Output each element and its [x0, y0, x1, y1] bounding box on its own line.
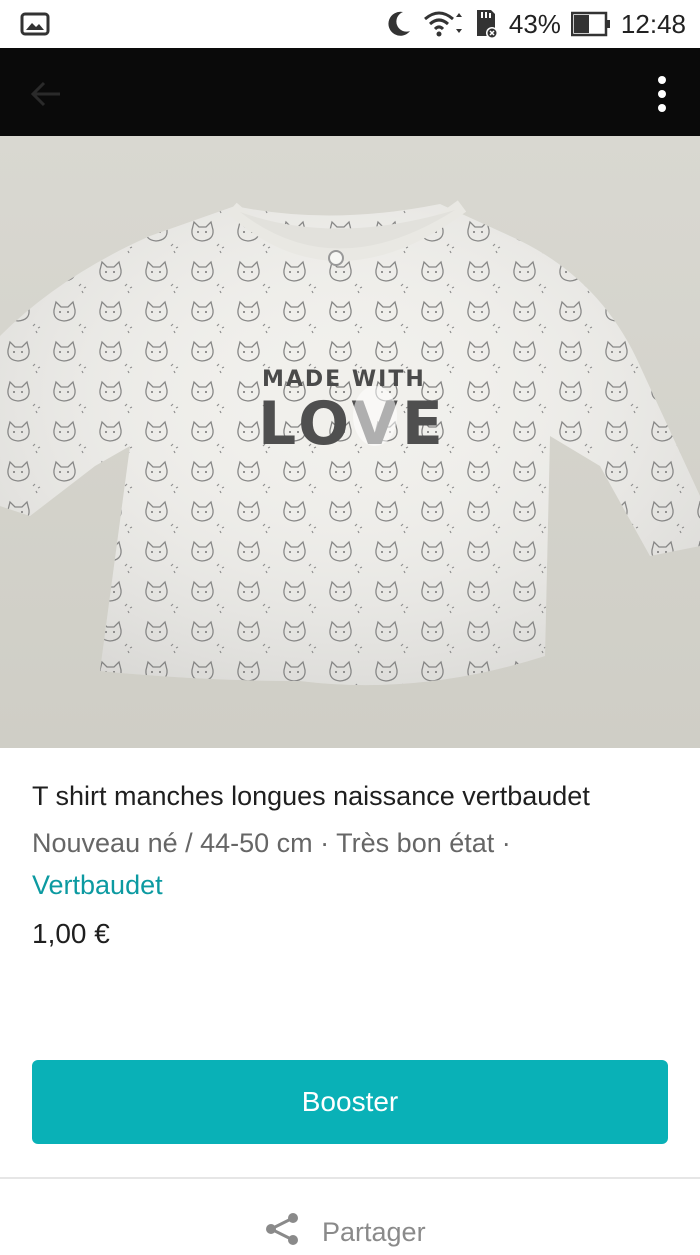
back-arrow-icon[interactable] [26, 74, 66, 114]
gallery-icon [20, 11, 50, 37]
clock: 12:48 [620, 8, 686, 39]
size-condition: Nouveau né / 44-50 cm · Très bon état · [32, 828, 511, 858]
listing-price: 1,00 € [32, 918, 110, 949]
listing-details: T shirt manches longues naissance vertba… [32, 776, 668, 954]
listing-meta: Nouveau né / 44-50 cm · Très bon état · … [32, 822, 668, 906]
share-button[interactable]: Partager [262, 1210, 426, 1255]
booster-button[interactable]: Booster [32, 1060, 668, 1144]
battery-icon [570, 11, 611, 37]
brand-link[interactable]: Vertbaudet [32, 870, 163, 900]
more-vert-icon[interactable] [652, 74, 672, 118]
status-bar: 43% 12:48 [0, 0, 700, 48]
sd-card-icon [473, 8, 499, 40]
listing-title: T shirt manches longues naissance vertba… [32, 781, 590, 811]
divider [0, 1177, 700, 1179]
share-icon [262, 1210, 302, 1255]
moon-icon [383, 9, 413, 39]
product-photo[interactable]: MADE WITH LOVE [0, 136, 700, 748]
app-bar [0, 48, 700, 136]
svg-text:LOVE: LOVE [258, 389, 447, 459]
battery-percent: 43% [508, 8, 561, 39]
share-label: Partager [322, 1217, 426, 1247]
wifi-icon [423, 9, 463, 39]
